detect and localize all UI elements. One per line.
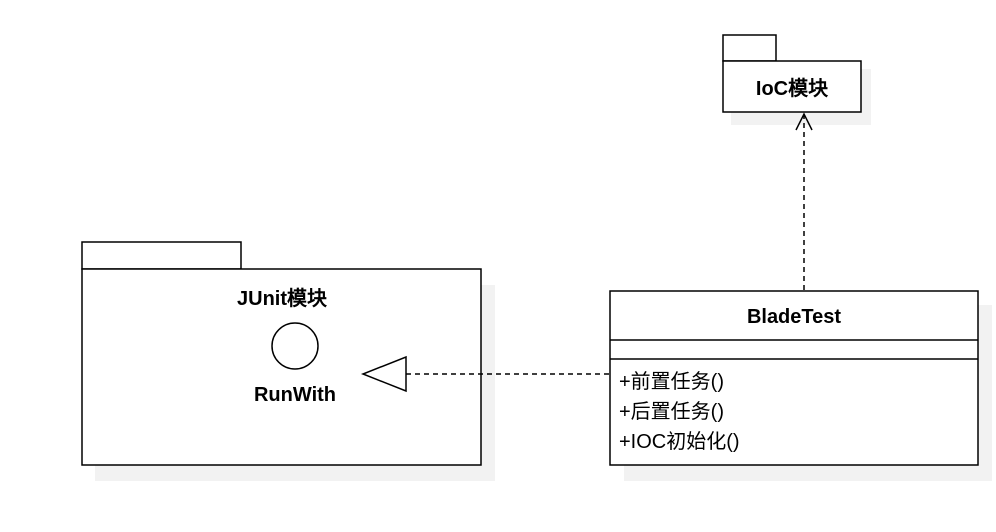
- method-item: +IOC初始化(): [619, 430, 740, 453]
- junit-package-name: JUnit模块: [237, 286, 328, 310]
- runwith-interface-circle[interactable]: [271, 322, 319, 370]
- uml-diagram: IoC模块 JUnit模块 RunWith BladeTest +前置任务() …: [81, 34, 992, 481]
- bladetest-class-name: BladeTest: [747, 306, 841, 328]
- method-item: +后置任务(): [619, 400, 724, 423]
- ioc-package[interactable]: IoC模块: [722, 34, 862, 113]
- ioc-package-name: IoC模块: [756, 76, 829, 100]
- runwith-interface-label: RunWith: [254, 384, 336, 406]
- junit-package[interactable]: JUnit模块 RunWith: [81, 241, 482, 466]
- junit-package-tab: [81, 241, 242, 270]
- method-item: +前置任务(): [619, 370, 724, 393]
- bladetest-class[interactable]: BladeTest +前置任务() +后置任务() +IOC初始化(): [609, 290, 979, 466]
- dependency-arrow: [795, 112, 813, 290]
- ioc-package-tab: [722, 34, 777, 62]
